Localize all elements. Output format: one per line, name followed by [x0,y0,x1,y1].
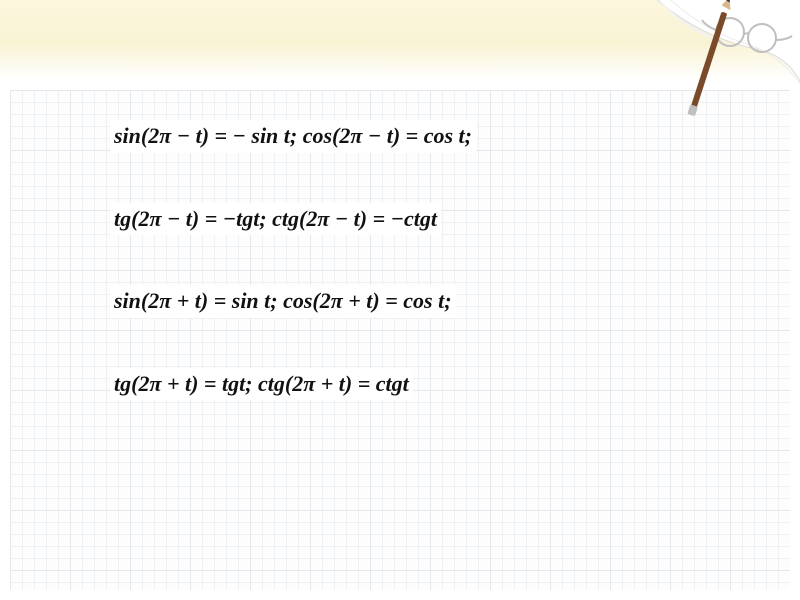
formula-block: sin(2π − t) = − sin t; cos(2π − t) = cos… [110,120,670,450]
formula-line-2: tg(2π − t) = −tgt; ctg(2π − t) = −ctgt [110,203,441,236]
top-cream-band [0,0,800,80]
formula-line-4: tg(2π + t) = tgt; ctg(2π + t) = ctgt [110,368,413,401]
graph-paper-background: sin(2π − t) = − sin t; cos(2π − t) = cos… [10,90,790,590]
formula-line-3: sin(2π + t) = sin t; cos(2π + t) = cos t… [110,285,456,318]
formula-line-1: sin(2π − t) = − sin t; cos(2π − t) = cos… [110,120,476,153]
